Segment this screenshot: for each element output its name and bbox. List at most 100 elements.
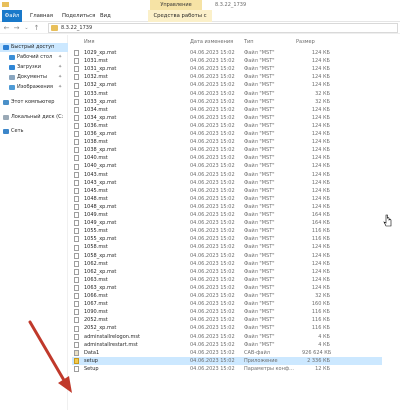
file-row[interactable]: 1033.mst 04.06.2023 15:02 Файл "MST" 32 КБ xyxy=(72,90,382,98)
file-row[interactable]: 1055.mst 04.06.2023 15:02 Файл "MST" 116 КБ xyxy=(72,227,382,235)
file-row[interactable]: 1062_xp.mst 04.06.2023 15:02 Файл "MST" 124… xyxy=(72,268,382,276)
file-row[interactable]: 1040_xp.mst 04.06.2023 15:02 Файл "MST" 124… xyxy=(72,162,382,170)
file-row[interactable]: 1034_xp.mst 04.06.2023 15:02 Файл "MST" 124… xyxy=(72,114,382,122)
file-type: Файл "MST" xyxy=(244,252,275,259)
file-row[interactable]: 1034.mst 04.06.2023 15:02 Файл "MST" 124 КБ xyxy=(72,106,382,114)
file-row[interactable]: 1048.mst 04.06.2023 15:02 Файл "MST" 124 КБ xyxy=(72,195,382,203)
file-name: 1036_xp.mst xyxy=(84,131,117,137)
file-row[interactable]: 1029_xp.mst 04.06.2023 15:02 Файл "MST" 124… xyxy=(72,49,382,57)
file-row[interactable]: 1055_xp.mst 04.06.2023 15:02 Файл "MST" 116… xyxy=(72,235,382,243)
breadcrumb[interactable]: 8.3.22_1739 xyxy=(61,24,92,32)
nav-item-downloads[interactable]: Загрузки ✦ xyxy=(0,63,68,72)
pin-icon[interactable]: ✦ xyxy=(58,73,62,82)
file-row[interactable]: 1038.mst 04.06.2023 15:02 Файл "MST" 124 КБ xyxy=(72,138,382,146)
file-row[interactable]: 1043.mst 04.06.2023 15:02 Файл "MST" 124 КБ xyxy=(72,171,382,179)
file-row[interactable]: 1063_xp.mst 04.06.2023 15:02 Файл "MST" 124… xyxy=(72,284,382,292)
tab-file[interactable]: Файл xyxy=(2,10,22,22)
tab-application-tools[interactable]: Средства работы с приложениями xyxy=(148,10,212,31)
tab-view[interactable]: Вид xyxy=(100,10,111,22)
file-row[interactable]: 1032.mst 04.06.2023 15:02 Файл "MST" 124 КБ xyxy=(72,73,382,81)
file-name: 1048_xp.mst xyxy=(84,203,117,210)
file-row[interactable]: adminstallrestart.mst 04.06.2023 15:02 Фай… xyxy=(72,341,382,349)
column-header-size[interactable]: Размер xyxy=(296,38,315,47)
file-date: 04.06.2023 15:02 xyxy=(190,66,235,73)
file-row[interactable]: 1048_xp.mst 04.06.2023 15:02 Файл "MST" 124… xyxy=(72,203,382,211)
nav-item-this-pc[interactable]: Этот компьютер xyxy=(0,98,68,107)
file-type: Параметры конф... xyxy=(244,365,294,372)
file-type: Файл "MST" xyxy=(244,187,275,194)
file-row[interactable]: 1036_xp.mst 04.06.2023 15:02 Файл "MST" 124… xyxy=(72,130,382,138)
back-arrow-icon[interactable]: ← xyxy=(2,23,11,33)
file-type: Файл "MST" xyxy=(244,106,275,113)
file-date: 04.06.2023 15:02 xyxy=(190,90,235,97)
file-type: Файл "MST" xyxy=(244,50,275,56)
nav-item-quick-access[interactable]: Быстрый доступ xyxy=(0,43,68,52)
tab-home[interactable]: Главная xyxy=(30,10,53,22)
nav-item-pictures[interactable]: Изображения ✦ xyxy=(0,83,68,92)
file-icon xyxy=(74,325,79,332)
file-row[interactable]: 1031_xp.mst 04.06.2023 15:02 Файл "MST" 124… xyxy=(72,65,382,73)
file-icon xyxy=(74,293,79,300)
file-name: 1040.mst xyxy=(84,155,108,162)
file-type: Файл "MST" xyxy=(244,268,275,275)
nav-item-documents[interactable]: Документы ✦ xyxy=(0,73,68,82)
file-type: Файл "MST" xyxy=(244,82,275,89)
file-name: Data1 xyxy=(84,349,100,356)
file-row[interactable]: 1045.mst 04.06.2023 15:02 Файл "MST" 124 КБ xyxy=(72,187,382,195)
column-header-name[interactable]: Имя xyxy=(84,38,95,47)
file-icon xyxy=(74,204,79,211)
file-row[interactable]: 1036.mst 04.06.2023 15:02 Файл "MST" 124 КБ xyxy=(72,122,382,130)
nav-item-network[interactable]: Сеть xyxy=(0,127,68,136)
file-type: Файл "MST" xyxy=(244,74,275,81)
pin-icon[interactable]: ✦ xyxy=(58,83,62,92)
file-row[interactable]: 2052.mst 04.06.2023 15:02 Файл "MST" 116 КБ xyxy=(72,316,382,324)
file-row[interactable]: 1043_xp.mst 04.06.2023 15:02 Файл "MST" 124… xyxy=(72,179,382,187)
file-date: 04.06.2023 15:02 xyxy=(190,74,235,81)
file-row[interactable]: 1038_xp.mst 04.06.2023 15:02 Файл "MST" 124… xyxy=(72,146,382,154)
file-row[interactable]: 1058.mst 04.06.2023 15:02 Файл "MST" 124 КБ xyxy=(72,243,382,251)
file-size: 124 КБ xyxy=(311,276,330,283)
file-row[interactable]: 1058_xp.mst 04.06.2023 15:02 Файл "MST" 124… xyxy=(72,252,382,260)
tab-share[interactable]: Поделиться xyxy=(62,10,95,22)
address-field[interactable]: 8.3.22_1739 xyxy=(48,23,398,33)
file-icon xyxy=(74,98,79,105)
file-type: Файл "MST" xyxy=(244,179,275,186)
file-date: 04.06.2023 15:02 xyxy=(190,212,235,218)
file-size: 124 КБ xyxy=(311,252,330,259)
file-size: 124 КБ xyxy=(311,114,330,121)
file-row[interactable]: 1062.mst 04.06.2023 15:02 Файл "MST" 124 КБ xyxy=(72,260,382,268)
file-row[interactable]: 1066.mst 04.06.2023 15:02 Файл "MST" 32 КБ xyxy=(72,292,382,300)
pin-icon[interactable]: ✦ xyxy=(58,53,62,62)
column-header-type[interactable]: Тип xyxy=(244,38,254,47)
file-row[interactable]: Setup 04.06.2023 15:02 Параметры конф... 12… xyxy=(72,365,382,373)
file-name: 1029_xp.mst xyxy=(84,50,117,56)
manage-context-tab[interactable]: Управление xyxy=(150,0,202,10)
chevron-down-icon[interactable]: ⌄ xyxy=(22,23,31,33)
file-row[interactable]: 1090.mst 04.06.2023 15:02 Файл "MST" 116 КБ xyxy=(72,308,382,316)
file-row[interactable]: 1040.mst 04.06.2023 15:02 Файл "MST" 124 КБ xyxy=(72,154,382,162)
file-icon xyxy=(74,333,79,340)
file-row[interactable]: 1031.mst 04.06.2023 15:02 Файл "MST" 124 КБ xyxy=(72,57,382,65)
column-header-date[interactable]: Дата изменения xyxy=(190,38,233,47)
file-row[interactable]: 1067.mst 04.06.2023 15:02 Файл "MST" 160 КБ xyxy=(72,300,382,308)
file-row[interactable]: 1063.mst 04.06.2023 15:02 Файл "MST" 124 КБ xyxy=(72,276,382,284)
file-date: 04.06.2023 15:02 xyxy=(190,341,235,348)
file-icon xyxy=(74,317,79,324)
file-row[interactable]: setup 04.06.2023 15:02 Приложение 2 336 КБ xyxy=(72,356,382,365)
nav-item-local-disk[interactable]: Локальный диск (C: xyxy=(0,113,68,122)
file-row[interactable]: Data1 04.06.2023 15:02 CAB-файл 926 624 КБ xyxy=(72,349,382,357)
forward-arrow-icon[interactable]: → xyxy=(12,23,21,33)
nav-item-label: Загрузки xyxy=(17,64,41,70)
pin-icon[interactable]: ✦ xyxy=(58,63,62,72)
file-name: 1049_xp.mst xyxy=(84,220,117,227)
up-arrow-icon[interactable]: ↑ xyxy=(32,23,41,33)
file-type: Файл "MST" xyxy=(244,309,275,316)
file-row[interactable]: 1049_xp.mst 04.06.2023 15:02 Файл "MST" 164… xyxy=(72,219,382,227)
file-row[interactable]: 1032_xp.mst 04.06.2023 15:02 Файл "MST" 124… xyxy=(72,81,382,89)
file-row[interactable]: 1049.mst 04.06.2023 15:02 Файл "MST" 164 КБ xyxy=(72,211,382,219)
file-row[interactable]: 2052_xp.mst 04.06.2023 15:02 Файл "MST" 116… xyxy=(72,324,382,332)
nav-item-desktop[interactable]: Рабочий стол ✦ xyxy=(0,53,68,62)
file-row[interactable]: 1033_xp.mst 04.06.2023 15:02 Файл "MST" 32 … xyxy=(72,98,382,106)
file-icon xyxy=(74,147,79,154)
file-row[interactable]: adminstallrelogon.mst 04.06.2023 15:02 Фай… xyxy=(72,333,382,341)
